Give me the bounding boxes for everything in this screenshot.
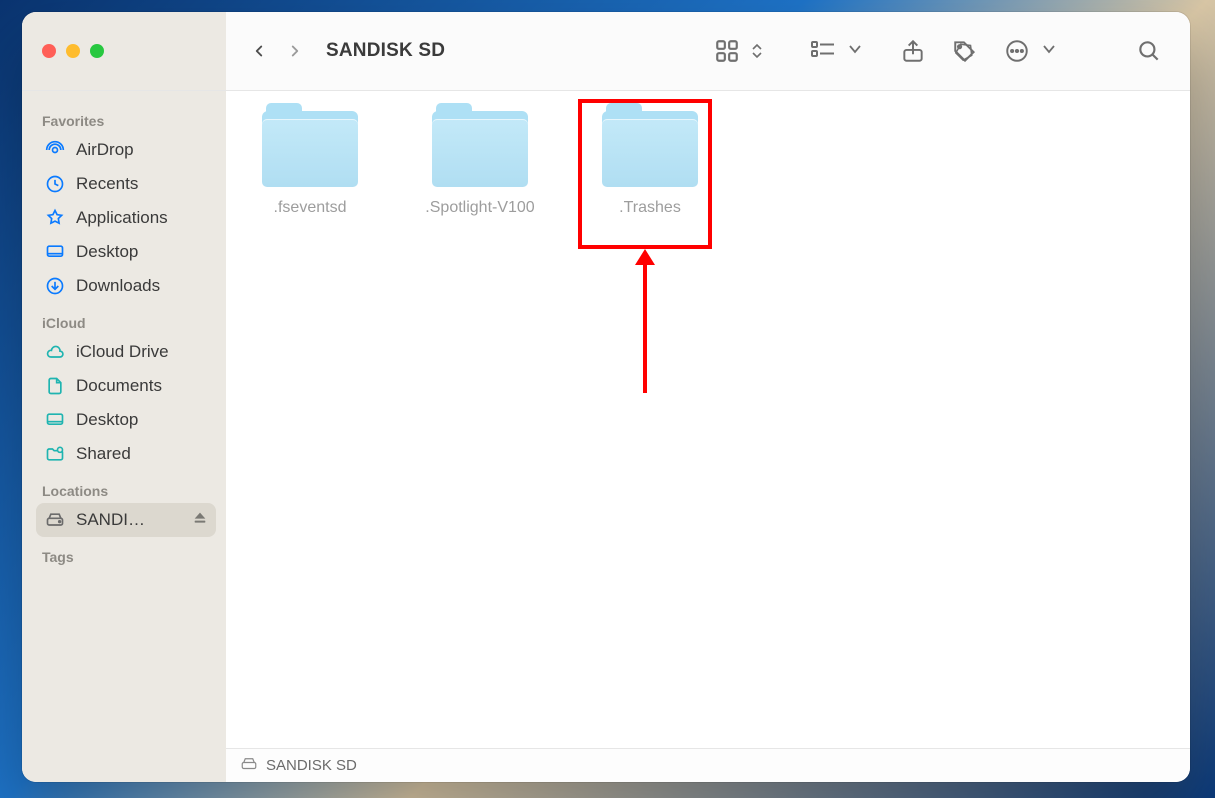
group-by-button[interactable] [804, 38, 862, 64]
disk-icon [240, 755, 258, 777]
more-icon [998, 38, 1036, 64]
folder-icon [432, 111, 528, 187]
action-menu-button[interactable] [998, 38, 1056, 64]
sidebar-item-airdrop[interactable]: AirDrop [36, 133, 216, 167]
sidebar-item-label: Desktop [76, 242, 138, 262]
sidebar: Favorites AirDrop Recents Applications D… [22, 91, 226, 782]
toolbar: SANDISK SD [22, 12, 1190, 91]
finder-window: SANDISK SD [22, 12, 1190, 782]
sidebar-section-favorites: Favorites [36, 101, 216, 133]
applications-icon [44, 207, 66, 229]
sidebar-section-tags: Tags [36, 537, 216, 569]
annotation-arrow [643, 263, 647, 393]
back-button[interactable] [248, 40, 270, 62]
sidebar-item-label: SANDI… [76, 510, 145, 530]
file-grid[interactable]: .fseventsd .Spotlight-V100 .Trashes [226, 91, 1190, 748]
fullscreen-window-button[interactable] [90, 44, 104, 58]
grid-icon [708, 38, 746, 64]
search-icon [1136, 38, 1162, 64]
sidebar-item-label: Downloads [76, 276, 160, 296]
traffic-lights [42, 44, 104, 58]
chevron-down-icon [1042, 42, 1056, 60]
tags-button[interactable] [946, 38, 984, 64]
downloads-icon [44, 275, 66, 297]
chevron-down-icon [848, 42, 862, 60]
chevron-updown-icon [752, 43, 762, 59]
sidebar-item-label: Shared [76, 444, 131, 464]
group-icon [804, 38, 842, 64]
tag-icon [952, 38, 978, 64]
sidebar-item-label: Documents [76, 376, 162, 396]
desktop-icon [44, 241, 66, 263]
sidebar-item-label: AirDrop [76, 140, 134, 160]
sidebar-item-recents[interactable]: Recents [36, 167, 216, 201]
clock-icon [44, 173, 66, 195]
window-title: SANDISK SD [326, 40, 445, 62]
folder-icon [262, 111, 358, 187]
search-button[interactable] [1130, 38, 1168, 64]
share-icon [900, 38, 926, 64]
sidebar-item-documents[interactable]: Documents [36, 369, 216, 403]
content-area: .fseventsd .Spotlight-V100 .Trashes [226, 91, 1190, 782]
sidebar-section-icloud: iCloud [36, 303, 216, 335]
file-label: .Spotlight-V100 [425, 199, 534, 217]
status-bar: SANDISK SD [226, 748, 1190, 782]
sidebar-item-downloads[interactable]: Downloads [36, 269, 216, 303]
folder-item-fseventsd[interactable]: .fseventsd [250, 111, 370, 217]
forward-button[interactable] [284, 40, 306, 62]
file-label: .fseventsd [274, 199, 347, 217]
sidebar-item-applications[interactable]: Applications [36, 201, 216, 235]
sidebar-item-sandisk[interactable]: SANDI… [36, 503, 216, 537]
sidebar-item-label: Desktop [76, 410, 138, 430]
shared-folder-icon [44, 443, 66, 465]
airdrop-icon [44, 139, 66, 161]
eject-button[interactable] [192, 510, 208, 531]
status-path: SANDISK SD [266, 757, 357, 774]
folder-item-spotlight[interactable]: .Spotlight-V100 [420, 111, 540, 217]
titlebar-controls [22, 12, 226, 90]
annotation-highlight-box [578, 99, 712, 249]
external-disk-icon [44, 509, 66, 531]
share-button[interactable] [894, 38, 932, 64]
sidebar-item-label: Recents [76, 174, 138, 194]
desktop-icon [44, 409, 66, 431]
minimize-window-button[interactable] [66, 44, 80, 58]
toolbar-right: SANDISK SD [226, 12, 1190, 90]
document-icon [44, 375, 66, 397]
window-body: Favorites AirDrop Recents Applications D… [22, 91, 1190, 782]
close-window-button[interactable] [42, 44, 56, 58]
sidebar-item-shared[interactable]: Shared [36, 437, 216, 471]
sidebar-item-icloud-drive[interactable]: iCloud Drive [36, 335, 216, 369]
cloud-icon [44, 341, 66, 363]
sidebar-item-label: iCloud Drive [76, 342, 169, 362]
sidebar-item-label: Applications [76, 208, 168, 228]
sidebar-section-locations: Locations [36, 471, 216, 503]
sidebar-item-icloud-desktop[interactable]: Desktop [36, 403, 216, 437]
sidebar-item-desktop[interactable]: Desktop [36, 235, 216, 269]
view-mode-button[interactable] [708, 38, 762, 64]
